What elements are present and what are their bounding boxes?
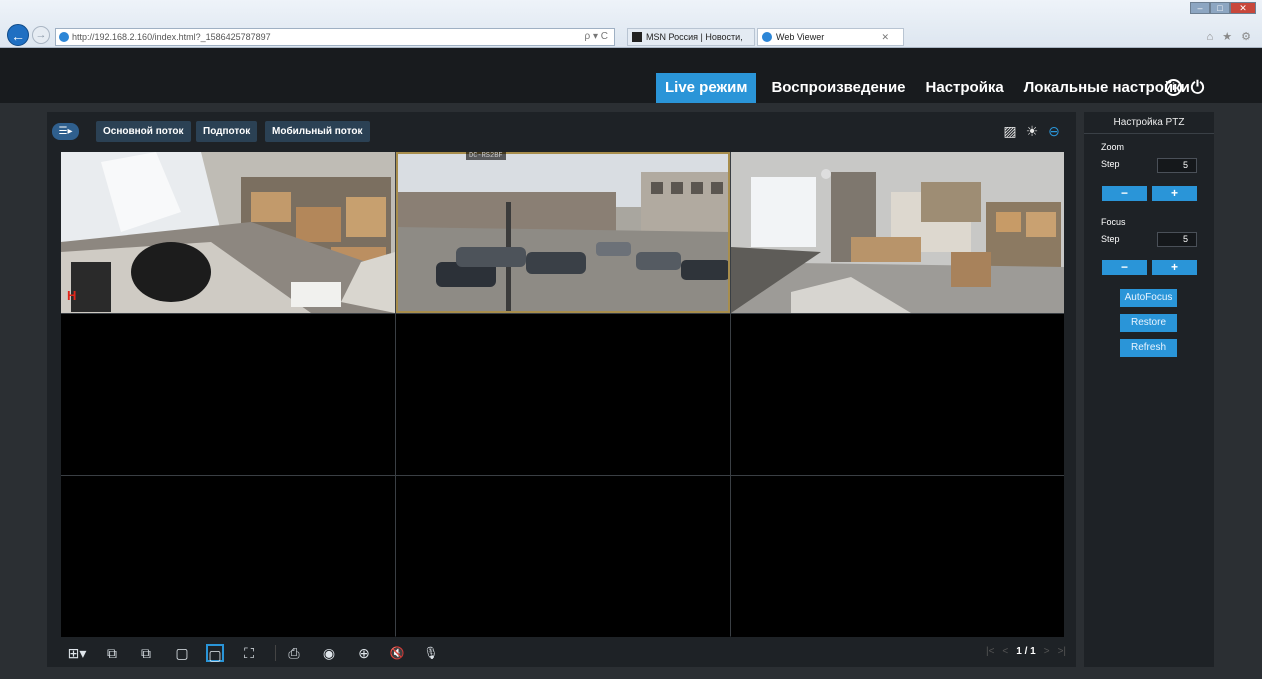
tab-web-viewer[interactable]: Web Viewer ✕ <box>757 28 904 46</box>
mute-icon[interactable]: 🔇 <box>388 644 406 662</box>
first-page-icon[interactable]: |< <box>986 646 994 657</box>
video-cell-5[interactable] <box>396 314 730 475</box>
forward-button[interactable]: → <box>32 26 50 44</box>
fit-window-icon[interactable]: ▢ <box>206 644 224 663</box>
last-page-icon[interactable]: >| <box>1058 646 1066 657</box>
video-cell-8[interactable] <box>396 476 730 637</box>
video-cell-6[interactable] <box>731 314 1064 475</box>
maximize-button[interactable]: □ <box>1210 2 1230 14</box>
home-favorites-settings-icons[interactable]: ⌂ ★ ⚙ <box>1207 30 1254 43</box>
prev-page-icon[interactable]: < <box>1002 646 1008 657</box>
microphone-icon[interactable]: 🎙 <box>422 644 440 662</box>
ptz-icon[interactable]: ⊖ <box>1046 123 1062 139</box>
menu-settings[interactable]: Настройка <box>917 73 1013 103</box>
info-icon[interactable]: i <box>1165 79 1182 96</box>
next-screen-icon[interactable]: ⧉ <box>137 644 155 662</box>
previous-screen-icon[interactable]: ⧉ <box>103 644 121 662</box>
view-tools: ▨ ☀ ⊖ <box>1002 123 1062 139</box>
page-indicator: 1 / 1 <box>1016 646 1036 657</box>
menu-live[interactable]: Live режим <box>656 73 757 103</box>
camera-3-feed <box>731 152 1064 313</box>
live-view-panel: ☰▸ Основной поток Подпоток Мобильный пот… <box>47 112 1076 667</box>
image-settings-icon[interactable]: ▨ <box>1002 123 1018 139</box>
restore-button[interactable]: Restore <box>1120 314 1177 332</box>
focus-step-input[interactable]: 5 <box>1157 232 1197 247</box>
next-page-icon[interactable]: > <box>1044 646 1050 657</box>
browser-toolbar: ← → http://192.168.2.160/index.html?_158… <box>0 0 1262 58</box>
zoom-step-label: Step <box>1101 159 1120 169</box>
video-cell-2[interactable]: DC-RS2BF <box>396 152 730 313</box>
sub-stream-button[interactable]: Подпоток <box>196 121 258 142</box>
layout-grid-icon[interactable]: ⊞▾ <box>65 644 89 662</box>
main-stream-button[interactable]: Основной поток <box>96 121 191 142</box>
tab-web-viewer-label: Web Viewer <box>776 32 825 42</box>
brightness-icon[interactable]: ☀ <box>1024 123 1040 139</box>
mobile-stream-button[interactable]: Мобильный поток <box>265 121 370 142</box>
snapshot-icon[interactable]: ◉ <box>320 644 338 662</box>
autofocus-button[interactable]: AutoFocus <box>1120 289 1177 307</box>
camera-1-feed <box>61 152 395 313</box>
tab-close-icon[interactable]: ✕ <box>881 29 889 45</box>
tab-msn[interactable]: MSN Россия | Новости, фото,... <box>627 28 755 58</box>
ie-page-icon <box>59 32 69 42</box>
search-refresh-icons[interactable]: ρ ▾ C <box>585 29 609 45</box>
address-bar[interactable]: http://192.168.2.160/index.html?_1586425… <box>55 28 615 46</box>
ptz-title: Настройка PTZ <box>1084 112 1214 134</box>
record-icon[interactable]: ⎙ <box>285 644 303 662</box>
stream-bar: ☰▸ Основной поток Подпоток Мобильный пот… <box>47 112 1076 152</box>
window-controls: – □ ✕ <box>1190 2 1256 14</box>
menu-playback[interactable]: Воспроизведение <box>762 73 914 103</box>
address-url: http://192.168.2.160/index.html?_1586425… <box>72 32 271 42</box>
video-grid: H DC-RS2BF <box>61 152 1064 637</box>
video-cell-9[interactable] <box>731 476 1064 637</box>
toolbar-divider <box>275 645 276 661</box>
live-toolbar: ⊞▾ ⧉ ⧉ ▢ ▢ ⛶ ⎙ ◉ ⊕ 🔇 🎙 |< < 1 / 1 > >| <box>47 640 1076 667</box>
camera-2-label: DC-RS2BF <box>466 152 506 160</box>
focus-minus-button[interactable]: − <box>1102 260 1147 275</box>
close-button[interactable]: ✕ <box>1230 2 1256 14</box>
back-button[interactable]: ← <box>7 24 29 46</box>
video-cell-1[interactable]: H <box>61 152 395 313</box>
minimize-button[interactable]: – <box>1190 2 1210 14</box>
video-cell-4[interactable] <box>61 314 395 475</box>
zoom-label: Zoom <box>1101 142 1125 152</box>
fullscreen-icon[interactable]: ⛶ <box>240 644 258 662</box>
video-cell-3[interactable] <box>731 152 1064 313</box>
focus-label: Focus <box>1101 217 1126 227</box>
ie-icon <box>762 32 772 42</box>
focus-plus-button[interactable]: + <box>1152 260 1197 275</box>
power-icon[interactable]: ⏻ <box>1189 79 1206 96</box>
video-cell-7[interactable] <box>61 476 395 637</box>
pager: |< < 1 / 1 > >| <box>986 646 1066 657</box>
focus-step-label: Step <box>1101 234 1120 244</box>
msn-icon <box>632 32 642 42</box>
channel-list-toggle-icon[interactable]: ☰▸ <box>52 123 79 140</box>
zoom-step-input[interactable]: 5 <box>1157 158 1197 173</box>
main-menu: Live режим Воспроизведение Настройка Лок… <box>656 73 1199 103</box>
ptz-panel: Настройка PTZ Zoom Step 5 − + Focus Step… <box>1084 112 1214 667</box>
zoom-icon[interactable]: ⊕ <box>355 644 373 662</box>
zoom-in-button[interactable]: + <box>1152 186 1197 201</box>
zoom-out-button[interactable]: − <box>1102 186 1147 201</box>
camera-1-marker: H <box>67 288 77 303</box>
camera-2-feed <box>396 152 730 313</box>
original-size-icon[interactable]: ▢ <box>173 644 191 662</box>
refresh-button[interactable]: Refresh <box>1120 339 1177 357</box>
